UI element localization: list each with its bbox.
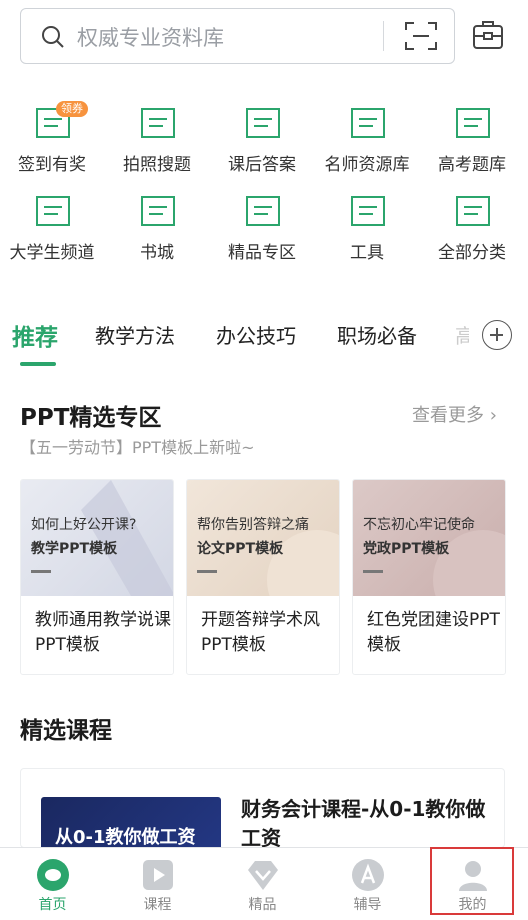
toolbox-icon[interactable] bbox=[470, 18, 506, 52]
thumb-line2: 论文PPT模板 bbox=[197, 541, 284, 557]
nav-label: 首页 bbox=[38, 897, 67, 913]
grid-label: 书城 bbox=[140, 243, 174, 263]
ppt-card[interactable]: 帮你告别答辩之痛 论文PPT模板 开题答辩学术风PPT模板 bbox=[186, 479, 340, 675]
thumb-line1: 帮你告别答辩之痛 bbox=[197, 517, 309, 533]
thumb-line1: 不忘初心牢记使命 bbox=[363, 517, 475, 533]
grid-item-teacher-resources[interactable]: 名师资源库 bbox=[315, 108, 419, 188]
ppt-card-thumbnail: 如何上好公开课? 教学PPT模板 bbox=[21, 480, 173, 596]
document-icon bbox=[246, 108, 280, 138]
ppt-card-thumbnail: 帮你告别答辩之痛 论文PPT模板 bbox=[187, 480, 339, 596]
tab-office-tips[interactable]: 办公技巧 bbox=[216, 320, 296, 349]
search-placeholder: 权威专业资料库 bbox=[77, 26, 224, 50]
nav-label: 精品 bbox=[248, 897, 277, 913]
diamond-icon bbox=[248, 861, 278, 890]
view-more-link[interactable]: 查看更多 › bbox=[412, 401, 497, 427]
document-icon bbox=[456, 196, 490, 226]
grid-item-answers[interactable]: 课后答案 bbox=[210, 108, 314, 188]
document-icon bbox=[246, 196, 280, 226]
grid-label: 高考题库 bbox=[438, 155, 506, 175]
grid-label: 精品专区 bbox=[228, 243, 296, 263]
grid-item-tools[interactable]: 工具 bbox=[315, 196, 419, 276]
thumb-line1: 如何上好公开课? bbox=[31, 517, 137, 533]
grid-label: 签到有奖 bbox=[18, 155, 86, 175]
document-icon bbox=[351, 196, 385, 226]
grid-label: 大学生频道 bbox=[9, 243, 95, 263]
search-divider bbox=[383, 21, 384, 51]
play-icon bbox=[143, 860, 173, 890]
tab-workplace[interactable]: 职场必备 bbox=[337, 320, 417, 349]
grid-label: 名师资源库 bbox=[324, 155, 410, 175]
grid-item-college[interactable]: 大学生频道 bbox=[0, 196, 104, 276]
grid-item-all-categories[interactable]: 全部分类 bbox=[420, 196, 524, 276]
document-icon bbox=[456, 108, 490, 138]
grid-label: 全部分类 bbox=[438, 243, 506, 263]
tab-teaching-methods[interactable]: 教学方法 bbox=[95, 320, 175, 349]
nav-label: 辅导 bbox=[353, 897, 382, 913]
thumb-dash bbox=[197, 570, 217, 573]
grid-item-photo-search[interactable]: 拍照搜题 bbox=[105, 108, 209, 188]
tab-recommend[interactable]: 推荐 bbox=[12, 318, 58, 352]
tab-overflow[interactable]: 高 bbox=[455, 320, 469, 349]
grid-label: 拍照搜题 bbox=[123, 155, 191, 175]
course-thumb-text: 从0-1教你做工资 bbox=[55, 827, 196, 848]
nav-premium[interactable]: 精品 bbox=[210, 848, 315, 920]
grid-label: 课后答案 bbox=[228, 155, 296, 175]
document-icon bbox=[36, 196, 70, 226]
course-title: 财务会计课程-从0-1教你做工资 bbox=[241, 797, 486, 848]
thumb-dash bbox=[31, 570, 51, 573]
scan-icon[interactable] bbox=[404, 20, 438, 52]
nav-tutoring[interactable]: 辅导 bbox=[315, 848, 420, 920]
ppt-section-title: PPT精选专区 bbox=[20, 405, 162, 431]
document-icon bbox=[141, 196, 175, 226]
grid-item-checkin[interactable]: 领券 签到有奖 bbox=[0, 101, 104, 188]
nav-courses[interactable]: 课程 bbox=[105, 848, 210, 920]
grid-label: 工具 bbox=[350, 243, 384, 263]
ppt-card-caption: 教师通用教学说课PPT模板 bbox=[35, 610, 171, 655]
thumb-dash bbox=[363, 570, 383, 573]
course-thumbnail: 从0-1教你做工资 bbox=[41, 797, 221, 848]
nav-home[interactable]: 首页 bbox=[0, 848, 105, 920]
ppt-card[interactable]: 不忘初心牢记使命 党政PPT模板 红色党团建设PPT模板 bbox=[352, 479, 506, 675]
tab-active-underline bbox=[20, 362, 56, 366]
view-more-label: 查看更多 bbox=[412, 405, 484, 426]
grid-item-bookstore[interactable]: 书城 bbox=[105, 196, 209, 276]
ppt-card-thumbnail: 不忘初心牢记使命 党政PPT模板 bbox=[353, 480, 505, 596]
chevron-right-icon: › bbox=[489, 405, 497, 426]
search-icon bbox=[42, 26, 64, 48]
a-badge-icon bbox=[352, 859, 384, 891]
grid-item-gaokao[interactable]: 高考题库 bbox=[420, 108, 524, 188]
coupon-badge: 领券 bbox=[56, 101, 88, 117]
home-icon bbox=[37, 859, 69, 891]
thumb-line2: 党政PPT模板 bbox=[363, 541, 450, 557]
ppt-section-subtitle: 【五一劳动节】PPT模板上新啦~ bbox=[20, 438, 255, 457]
document-icon bbox=[351, 108, 385, 138]
ppt-card-caption: 红色党团建设PPT模板 bbox=[367, 610, 500, 655]
course-section-title: 精选课程 bbox=[20, 718, 112, 744]
search-bar[interactable]: 权威专业资料库 bbox=[20, 8, 455, 64]
highlight-box bbox=[430, 847, 514, 915]
ppt-card-caption: 开题答辩学术风PPT模板 bbox=[201, 610, 320, 655]
add-tab-icon[interactable] bbox=[482, 320, 512, 350]
nav-label: 课程 bbox=[143, 897, 172, 913]
document-icon bbox=[141, 108, 175, 138]
ppt-card[interactable]: 如何上好公开课? 教学PPT模板 教师通用教学说课PPT模板 bbox=[20, 479, 174, 675]
category-tabs: 推荐 教学方法 办公技巧 职场必备 高 bbox=[0, 306, 528, 366]
course-card[interactable]: 从0-1教你做工资 财务会计课程-从0-1教你做工资 bbox=[20, 768, 505, 848]
thumb-line2: 教学PPT模板 bbox=[31, 541, 118, 557]
top-bar: 权威专业资料库 bbox=[0, 0, 528, 70]
grid-item-premium[interactable]: 精品专区 bbox=[210, 196, 314, 276]
